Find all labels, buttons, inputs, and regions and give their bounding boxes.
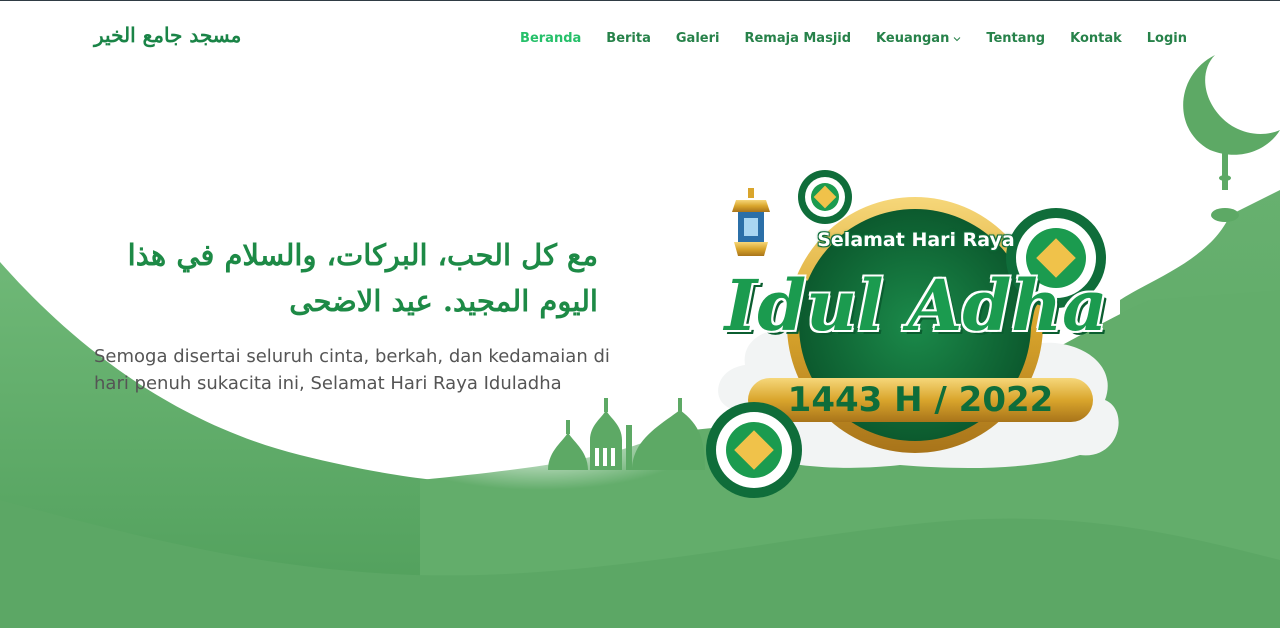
badge-title-text: Idul Adha bbox=[724, 264, 1108, 347]
badge-greeting-text: Selamat Hari Raya bbox=[817, 229, 1015, 251]
nav-label: Berita bbox=[606, 31, 651, 46]
nav-label: Remaja Masjid bbox=[744, 31, 852, 46]
nav-label: Tentang bbox=[986, 31, 1046, 46]
nav-label: Login bbox=[1146, 31, 1187, 46]
main-nav: Beranda Berita Galeri Remaja Masjid Keua… bbox=[495, 27, 1187, 47]
badge-year-text: 1443 H / 2022 bbox=[787, 380, 1054, 420]
iduladha-badge-image: Selamat Hari Raya Idul Adha 1443 H / 202… bbox=[700, 160, 1140, 500]
nav-keuangan-dropdown[interactable]: Keuangan bbox=[876, 31, 961, 46]
site-header: مسجد جامع الخير Beranda Berita Galeri Re… bbox=[0, 0, 1280, 72]
nav-galeri[interactable]: Galeri bbox=[676, 31, 720, 46]
hero-subtitle: Semoga disertai seluruh cinta, berkah, d… bbox=[94, 346, 610, 394]
nav-label: Kontak bbox=[1070, 31, 1122, 46]
nav-label: Galeri bbox=[675, 31, 720, 46]
site-logo[interactable]: مسجد جامع الخير bbox=[94, 23, 241, 47]
nav-login[interactable]: Login bbox=[1147, 31, 1187, 46]
nav-beranda[interactable]: Beranda bbox=[520, 31, 581, 46]
nav-tentang[interactable]: Tentang bbox=[986, 31, 1045, 46]
nav-label: Beranda bbox=[520, 31, 582, 46]
nav-berita[interactable]: Berita bbox=[606, 31, 651, 46]
nav-label: Keuangan bbox=[876, 31, 950, 46]
hero-title: مع كل الحب، البركات، والسلام في هذا اليو… bbox=[127, 238, 598, 318]
nav-remaja-masjid[interactable]: Remaja Masjid bbox=[744, 31, 851, 46]
nav-kontak[interactable]: Kontak bbox=[1070, 31, 1122, 46]
chevron-down-icon bbox=[953, 36, 961, 41]
